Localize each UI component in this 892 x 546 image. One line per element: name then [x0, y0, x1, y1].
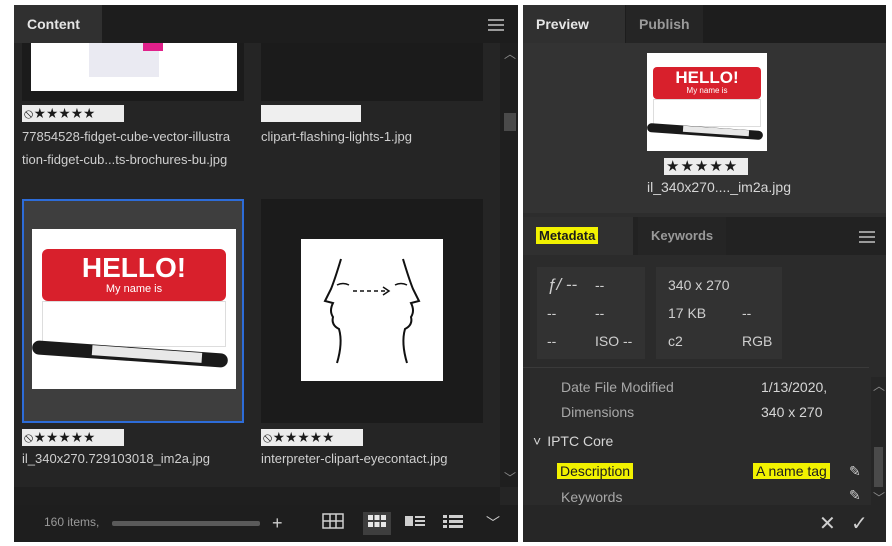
metadata-scrollbar[interactable]: ︿ ﹀ [871, 377, 886, 505]
right-panels: Preview Publish HELLO! My name is ★★★★★ … [523, 5, 886, 542]
tab-publish[interactable]: Publish [626, 5, 703, 43]
metadata-panel: Metadata Keywords ƒ/ -- -- -- -- -- ISO … [523, 217, 886, 542]
content-tabbar: Content [14, 5, 518, 43]
thumbnail-size-slider[interactable] [112, 521, 260, 526]
content-panel: Content ⦸★★★★★ 77854528-fidget-cube-vect… [14, 5, 518, 542]
my-name-text: My name is [105, 283, 163, 295]
dimensions-label: Dimensions [561, 404, 635, 420]
tab-preview[interactable]: Preview [523, 5, 625, 43]
file-data-value: -- [742, 305, 752, 321]
apply-check-icon[interactable]: ✓ [851, 511, 868, 536]
date-modified-value: 1/13/2020, [761, 379, 828, 395]
content-vertical-scrollbar[interactable]: ︿ ﹀ [500, 43, 518, 487]
cancel-x-icon[interactable]: ✕ [819, 511, 836, 536]
faces-drawing [323, 258, 421, 364]
exposure-value: -- [595, 277, 605, 293]
file-name: interpreter-clipart-eyecontact.jpg [261, 451, 448, 466]
dimensions-value: 340 x 270 [668, 277, 730, 293]
color-space-value: c2 [668, 333, 683, 349]
scroll-down-icon[interactable]: ﹀ [873, 489, 885, 506]
file-name: il_340x270.729103018_im2a.jpg [22, 451, 210, 466]
metadata-footer: ✕ ✓ [523, 505, 886, 542]
preview-file-name: il_340x270...._im2a.jpg [647, 179, 791, 195]
keywords-label: Keywords [561, 489, 623, 505]
section-title: IPTC Core [547, 433, 614, 449]
thumbnail-image [301, 239, 443, 381]
rating-stars[interactable] [261, 105, 361, 122]
item-count: 160 items, [44, 515, 100, 529]
thumbnail-frame[interactable]: HELLO! My name is [22, 199, 244, 423]
file-name: clipart-flashing-lights-1.jpg [261, 129, 413, 144]
hello-text: HELLO! [81, 252, 187, 283]
description-label: Description [557, 463, 634, 479]
scroll-up-icon[interactable]: ︿ [504, 45, 516, 62]
preview-tabbar: Preview Publish [523, 5, 886, 43]
camera-data-box: ƒ/ -- -- -- -- -- ISO -- [537, 267, 645, 359]
thumbnail-image [31, 43, 237, 91]
edit-pencil-icon[interactable]: ✎ [849, 487, 861, 504]
thumbnail-frame[interactable] [22, 43, 244, 101]
file-name: 77854528-fidget-cube-vector-illustra [22, 129, 231, 144]
details-view-icon[interactable] [404, 512, 426, 535]
camera-value: -- [547, 305, 557, 321]
file-data-box: 340 x 270 17 KB -- c2 RGB [656, 267, 782, 359]
metadata-tabbar: Metadata Keywords [523, 217, 886, 255]
iso-label: ISO -- [595, 333, 633, 349]
grid-lock-icon[interactable] [322, 512, 344, 537]
file-name-line2: tion-fidget-cub...ts-brochures-bu.jpg [22, 152, 228, 167]
preview-panel: HELLO! My name is ★★★★★ il_340x270...._i… [523, 43, 886, 213]
scroll-up-icon[interactable]: ︿ [873, 377, 885, 394]
tab-content[interactable]: Content [14, 5, 102, 43]
fstop-label: ƒ/ -- [547, 275, 578, 294]
preview-my-name-text: My name is [686, 86, 728, 95]
preview-image: HELLO! My name is [646, 53, 767, 151]
scrollbar-thumb[interactable] [874, 447, 883, 487]
date-modified-label: Date File Modified [561, 379, 674, 395]
tab-metadata[interactable]: Metadata [523, 217, 633, 255]
rating-stars[interactable]: ⦸★★★★★ [22, 105, 124, 122]
preview-hello-text: HELLO! [675, 68, 739, 87]
content-horizontal-scrollbar[interactable] [14, 487, 500, 505]
chevron-down-icon: ˅ [533, 433, 542, 449]
preview-rating-stars[interactable]: ★★★★★ [664, 158, 748, 175]
tab-keywords[interactable]: Keywords [638, 217, 727, 255]
thumbnail-view-icon[interactable] [363, 512, 391, 535]
edit-pencil-icon[interactable]: ✎ [849, 463, 861, 480]
camera-value: -- [595, 305, 605, 321]
description-value[interactable]: A name tag [753, 463, 830, 479]
panel-menu-icon[interactable] [488, 19, 504, 31]
camera-value: -- [547, 333, 557, 349]
file-size-value: 17 KB [668, 305, 707, 321]
chevron-down-icon[interactable]: ﹀ [486, 512, 500, 534]
scrollbar-thumb[interactable] [504, 113, 516, 131]
thumbnail-image: HELLO! My name is [31, 229, 236, 389]
add-icon[interactable]: + [272, 512, 283, 534]
scroll-down-icon[interactable]: ﹀ [504, 469, 516, 486]
content-footer: 160 items, + ﹀ [14, 505, 518, 542]
metadata-menu-icon[interactable] [859, 231, 875, 243]
dimensions-field-value: 340 x 270 [761, 404, 823, 420]
list-view-icon[interactable] [442, 512, 464, 535]
content-grid: ⦸★★★★★ 77854528-fidget-cube-vector-illus… [14, 43, 500, 487]
rating-stars[interactable]: ⦸★★★★★ [261, 429, 363, 446]
thumbnail-frame[interactable] [261, 43, 483, 101]
rating-stars[interactable]: ⦸★★★★★ [22, 429, 124, 446]
color-mode-value: RGB [742, 333, 773, 349]
thumbnail-frame[interactable] [261, 199, 483, 423]
iptc-core-section[interactable]: ˅ IPTC Core [533, 433, 613, 449]
